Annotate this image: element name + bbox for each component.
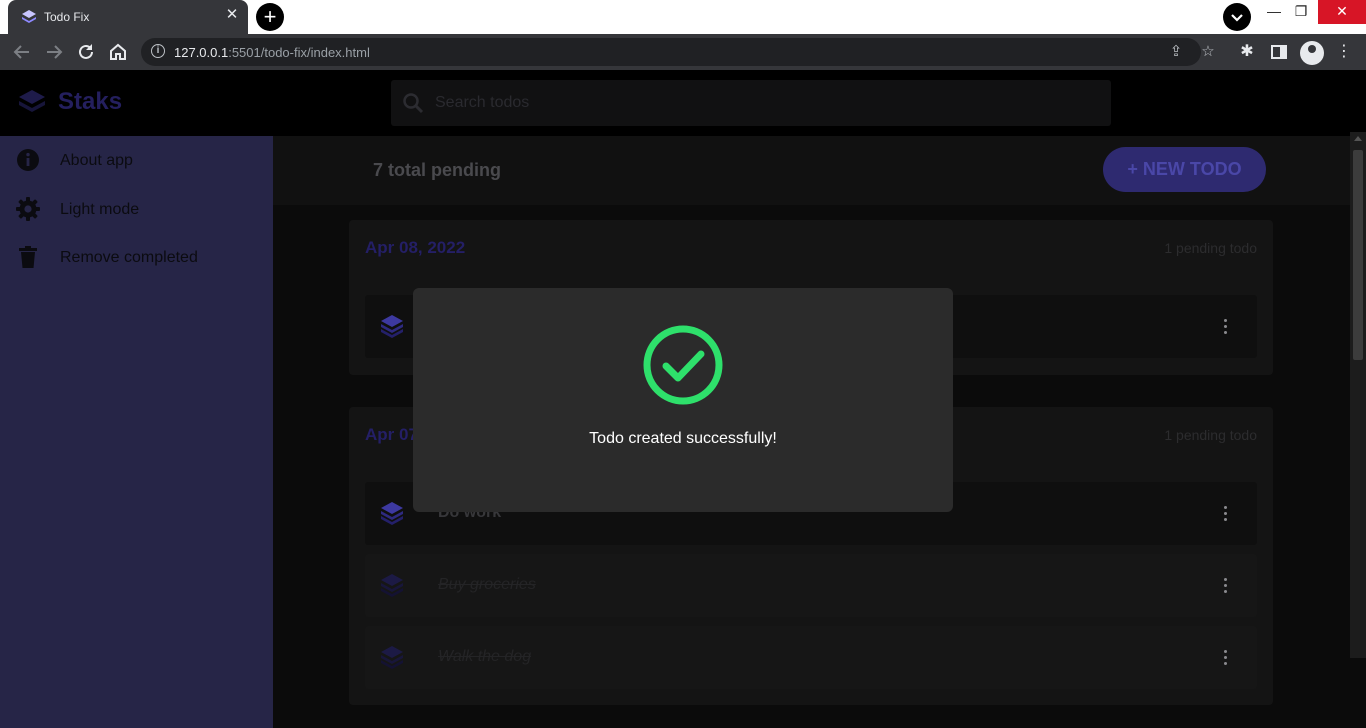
sidebar-item-remove-completed[interactable]: Remove completed: [0, 235, 273, 279]
scrollbar-thumb[interactable]: [1353, 150, 1363, 360]
url-text: 127.0.0.1:5501/todo-fix/index.html: [174, 45, 370, 60]
group-date: Apr 08, 2022: [365, 238, 466, 257]
site-info-icon[interactable]: i: [151, 44, 165, 58]
window-close-button[interactable]: ✕: [1318, 0, 1366, 24]
home-icon: [110, 43, 126, 60]
app-header: Staks Search todos: [0, 70, 1366, 136]
modal-message: Todo created successfully!: [589, 430, 777, 447]
tab-title: Todo Fix: [44, 10, 90, 24]
sidebar: About app Light mode Remove completed: [0, 136, 273, 728]
stack-icon: [381, 315, 403, 338]
side-panel-icon[interactable]: [1267, 40, 1291, 64]
trash-icon: [19, 246, 37, 268]
search-field[interactable]: Search todos: [391, 80, 1111, 126]
stack-icon: [381, 574, 403, 597]
tab-search-button[interactable]: [1223, 3, 1251, 31]
todo-item-completed[interactable]: Walk the dog: [365, 626, 1257, 689]
more-options-icon[interactable]: [1221, 649, 1229, 667]
brand-name: Staks: [58, 88, 123, 115]
back-button[interactable]: [10, 40, 34, 64]
stack-logo-icon: [19, 90, 45, 112]
browser-tab-strip: Todo Fix ✕ + — ❐ ✕: [0, 0, 1366, 34]
sidebar-item-light-mode[interactable]: Light mode: [0, 187, 273, 231]
sidebar-item-label: About app: [60, 152, 133, 169]
menu-icon[interactable]: ⋮: [1332, 40, 1356, 64]
new-todo-button[interactable]: + NEW TODO: [1103, 147, 1266, 192]
profile-icon[interactable]: [1300, 41, 1324, 65]
success-modal: Todo created successfully!: [413, 288, 953, 512]
bookmark-star-icon[interactable]: ☆: [1198, 42, 1218, 62]
group-pending-count: 1 pending todo: [1164, 240, 1257, 256]
browser-toolbar: i 127.0.0.1:5501/todo-fix/index.html ⇪ ☆…: [0, 34, 1366, 70]
back-icon: [13, 45, 29, 59]
tab-close-icon[interactable]: ✕: [224, 7, 240, 23]
info-icon: [17, 149, 39, 171]
stack-icon: [381, 646, 403, 669]
search-input[interactable]: Search todos: [435, 94, 529, 112]
more-options-icon[interactable]: [1221, 577, 1229, 595]
address-bar[interactable]: i 127.0.0.1:5501/todo-fix/index.html ⇪ ☆: [141, 38, 1215, 66]
todo-text: Buy groceries: [438, 576, 536, 593]
page-scrollbar[interactable]: [1350, 132, 1366, 658]
browser-tab[interactable]: Todo Fix ✕: [8, 0, 248, 34]
extensions-icon[interactable]: ✱: [1235, 40, 1259, 64]
todo-text: Walk the dog: [438, 648, 532, 665]
more-options-icon[interactable]: [1221, 318, 1229, 336]
search-icon: [403, 93, 424, 114]
pending-total: 7 total pending: [373, 160, 501, 180]
sidebar-item-label: Light mode: [60, 201, 140, 218]
reload-icon: [79, 44, 93, 59]
group-pending-count: 1 pending todo: [1164, 427, 1257, 443]
check-circle-icon: [643, 325, 723, 405]
stack-logo-icon: [22, 10, 36, 23]
sidebar-item-label: Remove completed: [60, 249, 198, 266]
window-restore-button[interactable]: ❐: [1281, 0, 1321, 24]
reload-button[interactable]: [74, 40, 98, 64]
todo-item-completed[interactable]: Buy groceries: [365, 554, 1257, 617]
share-icon[interactable]: ⇪: [1166, 42, 1186, 62]
more-options-icon[interactable]: [1221, 505, 1229, 523]
stack-icon: [381, 502, 403, 525]
home-button[interactable]: [106, 40, 130, 64]
forward-button[interactable]: [42, 40, 66, 64]
chevron-down-icon: [1231, 14, 1243, 22]
gear-icon: [16, 197, 40, 221]
new-tab-button[interactable]: +: [256, 3, 284, 31]
forward-icon: [47, 45, 63, 59]
sidebar-item-about[interactable]: About app: [0, 138, 273, 182]
scroll-up-icon[interactable]: [1354, 136, 1362, 141]
